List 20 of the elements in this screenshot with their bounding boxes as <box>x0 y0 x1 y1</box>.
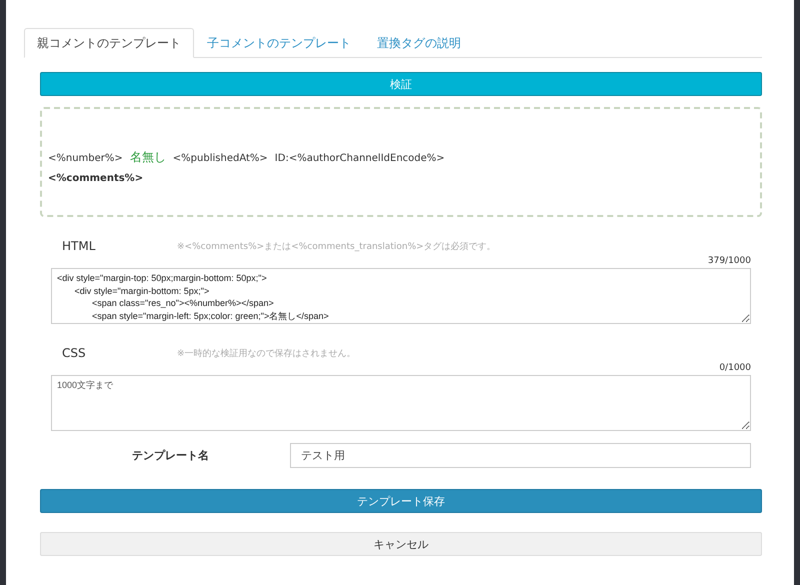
character-counter: 379/1000 <box>708 256 751 266</box>
code-textarea[interactable]: 1000文字まで <box>51 375 751 431</box>
author-name: 名無し <box>130 149 166 166</box>
comment-text: <%comments%> <box>48 173 144 184</box>
save-template-button[interactable]: テンプレート保存 <box>40 489 762 513</box>
template-name-field[interactable]: テスト用 <box>290 443 751 468</box>
preview-text: ID:<%authorChannelIdEncode%> <box>274 153 445 164</box>
preview-text: <%number%> <box>48 153 123 164</box>
field-label: CSS <box>61 346 87 360</box>
tab[interactable]: 親コメントのテンプレート <box>24 28 194 58</box>
field-label: HTML <box>61 239 96 253</box>
template-name-label: テンプレート名 <box>132 449 209 462</box>
tab[interactable]: 子コメントのテンプレート <box>194 28 364 58</box>
tab[interactable]: 置換タグの説明 <box>364 28 474 58</box>
code-textarea[interactable]: <div style="margin-top: 50px;margin-bottom: 50px;"> <div style="margin-bottom: 5px;"> <span class="res_no"><%number%></span> <span style="margin-left: 5px;color: green;">名無し</span> <box>51 268 751 324</box>
cancel-button[interactable]: キャンセル <box>40 532 762 556</box>
character-counter: 0/1000 <box>719 363 751 373</box>
field-note: ※<%comments%>または<%comments_translation%>タグは必須です。 <box>177 240 496 252</box>
preview-text: <%publishedAt%> <box>172 153 268 164</box>
field-note: ※一時的な検証用なので保存はされません。 <box>177 348 356 360</box>
